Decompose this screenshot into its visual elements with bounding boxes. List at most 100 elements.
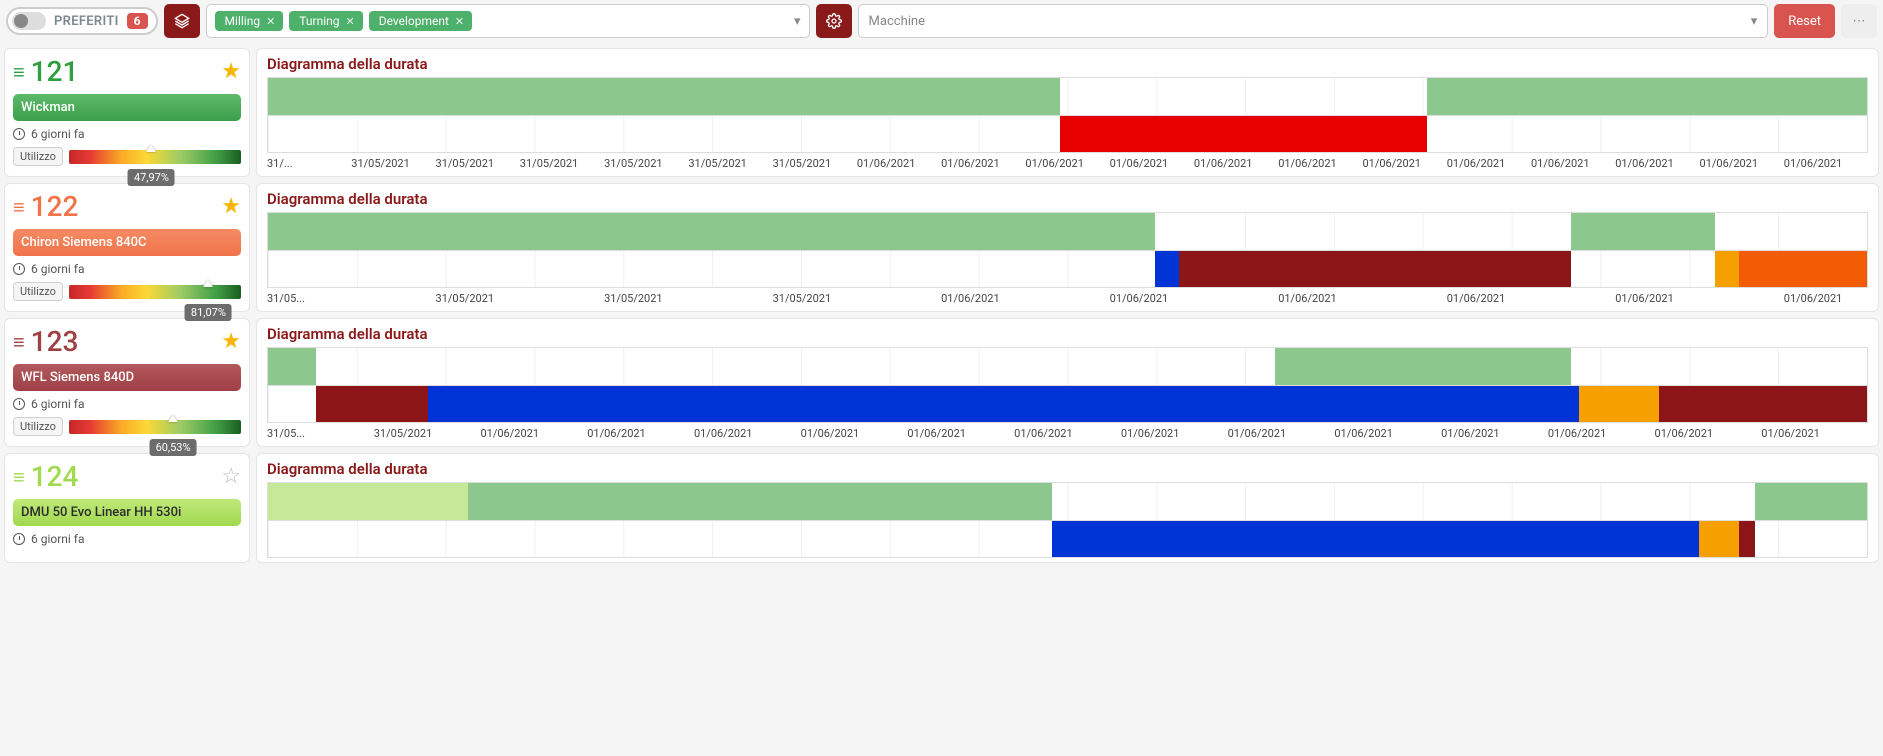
- chart-segment: [1155, 251, 1179, 287]
- machine-row: ≡ 124 ☆ DMU 50 Evo Linear HH 530i 6 giorni f…: [4, 453, 1879, 563]
- machine-card[interactable]: ≡121★Wickman6 giorni faUtilizzo47,97%: [4, 48, 250, 177]
- menu-icon[interactable]: ≡: [13, 467, 25, 487]
- top-toolbar: PREFERITI 6 Milling✕ Turning✕ Developmen…: [0, 0, 1883, 42]
- chart-segment: [1739, 521, 1755, 557]
- utilization-row: Utilizzo 60,53%: [13, 417, 241, 436]
- chart-segment: [1739, 251, 1867, 287]
- chart-segment: [268, 213, 1155, 250]
- duration-chart: Diagramma della durata 31/05...31/05/2021…: [256, 318, 1879, 447]
- chart-segment: [1579, 386, 1659, 422]
- chart-segment: [1699, 521, 1739, 557]
- chart-segment: [1427, 78, 1867, 115]
- chart-segment: [1715, 251, 1739, 287]
- machine-id: 121: [31, 55, 79, 88]
- chevron-down-icon: ▾: [794, 14, 801, 29]
- favorite-star-icon[interactable]: ★: [221, 59, 241, 84]
- chevron-down-icon: ▾: [1751, 14, 1758, 29]
- clock-icon: [13, 398, 25, 410]
- machine-list: ≡121★Wickman6 giorni faUtilizzo47,97%Dia…: [0, 48, 1883, 563]
- utilization-label: Utilizzo: [13, 417, 63, 436]
- tag-filter-select[interactable]: Milling✕ Turning✕ Development✕ ▾: [206, 4, 810, 38]
- machine-name: DMU 50 Evo Linear HH 530i: [13, 499, 241, 526]
- last-seen-text: 6 giorni fa: [31, 397, 85, 411]
- chart-segment: [1571, 213, 1715, 250]
- chart-axis: 31/05...31/05/202131/05/202131/05/202101…: [267, 292, 1868, 305]
- chart-title: Diagramma della durata: [267, 460, 1868, 478]
- menu-icon[interactable]: ≡: [13, 332, 25, 352]
- duration-chart: Diagramma della durata 31/05...31/05/2021…: [256, 183, 1879, 312]
- utilization-bar: 81,07%: [69, 285, 241, 299]
- favorites-count-badge: 6: [127, 13, 148, 29]
- close-icon[interactable]: ✕: [345, 15, 354, 28]
- favorite-star-icon[interactable]: ☆: [221, 464, 241, 489]
- tag-milling[interactable]: Milling✕: [215, 11, 284, 31]
- chart-track: [267, 212, 1868, 250]
- clock-icon: [13, 533, 25, 545]
- chart-segment: [1659, 386, 1867, 422]
- machine-name: WFL Siemens 840D: [13, 364, 241, 391]
- menu-icon[interactable]: ≡: [13, 62, 25, 82]
- machine-select[interactable]: Macchine ▾: [858, 4, 1769, 38]
- clock-icon: [13, 263, 25, 275]
- utilization-bar: 60,53%: [69, 420, 241, 434]
- favorites-toggle[interactable]: PREFERITI 6: [6, 7, 158, 35]
- settings-button[interactable]: [816, 4, 852, 38]
- chart-track: [267, 482, 1868, 520]
- layers-button[interactable]: [164, 4, 200, 38]
- chart-axis: 31/...31/05/202131/05/202131/05/202131/0…: [267, 157, 1868, 170]
- utilization-row: Utilizzo81,07%: [13, 282, 241, 301]
- close-icon[interactable]: ✕: [455, 15, 464, 28]
- chart-axis: 31/05...31/05/202101/06/202101/06/202101…: [267, 427, 1868, 440]
- utilization-label: Utilizzo: [13, 147, 63, 166]
- chart-segment: [316, 386, 428, 422]
- machine-name: Chiron Siemens 840C: [13, 229, 241, 256]
- menu-icon[interactable]: ≡: [13, 197, 25, 217]
- toggle-switch[interactable]: [12, 12, 46, 30]
- machine-id: 124: [31, 460, 79, 493]
- last-seen-text: 6 giorni fa: [31, 532, 85, 546]
- chart-segment: [1179, 251, 1571, 287]
- favorite-star-icon[interactable]: ★: [221, 194, 241, 219]
- more-button[interactable]: ⋯: [1841, 4, 1877, 38]
- tag-development[interactable]: Development✕: [369, 11, 472, 31]
- chart-track: [267, 250, 1868, 288]
- chart-segment: [1275, 348, 1571, 385]
- chart-track: [267, 385, 1868, 423]
- machine-card[interactable]: ≡ 122 ★ Chiron Siemens 840C 6 giorni fa Utili…: [4, 183, 250, 312]
- chart-title: Diagramma della durata: [267, 325, 1868, 343]
- tag-turning[interactable]: Turning✕: [289, 11, 362, 31]
- chart-segment: [1052, 521, 1700, 557]
- last-seen: 6 giorni fa: [13, 397, 241, 411]
- utilization-pointer: [146, 145, 156, 152]
- machine-id: 123: [31, 325, 79, 358]
- chart-segment: [1275, 386, 1579, 422]
- machine-card[interactable]: ≡ 123 ★ WFL Siemens 840D 6 giorni fa Utilizzo…: [4, 318, 250, 447]
- last-seen: 6 giorni fa: [13, 127, 241, 141]
- chart-segment: [1755, 483, 1867, 520]
- last-seen: 6 giorni fa: [13, 262, 241, 276]
- duration-chart: Diagramma della durata: [256, 453, 1879, 563]
- utilization-pointer: [203, 280, 213, 287]
- close-icon[interactable]: ✕: [266, 15, 275, 28]
- reset-button[interactable]: Reset: [1774, 4, 1835, 38]
- utilization-pointer: [168, 415, 178, 422]
- machine-row: ≡ 122 ★ Chiron Siemens 840C 6 giorni fa Utili…: [4, 183, 1879, 312]
- chart-title: Diagramma della durata: [267, 55, 1868, 73]
- chart-segment: [1060, 116, 1428, 152]
- machine-select-placeholder: Macchine: [869, 14, 925, 29]
- chart-segment: [468, 483, 1052, 520]
- utilization-tooltip: 47,97%: [128, 169, 175, 186]
- last-seen-text: 6 giorni fa: [31, 127, 85, 141]
- utilization-bar: 47,97%: [69, 150, 241, 164]
- chart-segment: [268, 483, 468, 520]
- last-seen-text: 6 giorni fa: [31, 262, 85, 276]
- favorite-star-icon[interactable]: ★: [221, 329, 241, 354]
- utilization-row: Utilizzo 47,97%: [13, 147, 241, 166]
- chart-track: [267, 520, 1868, 558]
- utilization-tooltip: 81,07%: [185, 304, 232, 321]
- duration-chart: Diagramma della durata 31/...31/05/202131…: [256, 48, 1879, 177]
- chart-segment: [268, 348, 316, 385]
- chart-title: Diagramma della durata: [267, 190, 1868, 208]
- machine-id: 122: [31, 190, 79, 223]
- machine-card[interactable]: ≡ 124 ☆ DMU 50 Evo Linear HH 530i 6 giorni f…: [4, 453, 250, 563]
